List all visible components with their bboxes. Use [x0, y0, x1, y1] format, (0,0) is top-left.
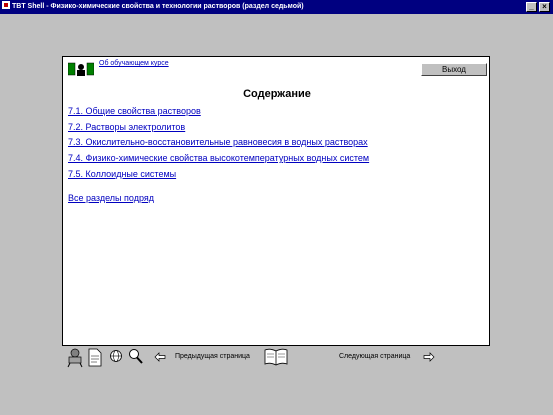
toc-item-7-1[interactable]: 7.1. Общие свойства растворов: [68, 106, 201, 116]
exit-button[interactable]: Выход: [421, 63, 487, 76]
window-title: TBT Shell - Физико-химические свойства и…: [12, 3, 304, 10]
search-icon[interactable]: [128, 348, 144, 368]
toc-item-7-3[interactable]: 7.3. Окислительно-восстановительные равн…: [68, 137, 368, 147]
notes-icon[interactable]: [88, 348, 102, 368]
all-sections-link[interactable]: Все разделы подряд: [68, 193, 154, 203]
about-course-link[interactable]: Об обучающем курсе: [99, 60, 169, 68]
close-button[interactable]: ×: [539, 2, 550, 12]
app-icon: [2, 1, 10, 9]
next-arrow-icon[interactable]: [423, 352, 435, 362]
bottom-toolbar: Предыдущая страница Следующая страница: [62, 348, 490, 370]
about-course-icon[interactable]: [68, 62, 94, 76]
next-page-label[interactable]: Следующая страница: [339, 353, 410, 360]
content-panel: Об обучающем курсе Выход Содержание 7.1.…: [62, 56, 490, 346]
book-icon[interactable]: [264, 348, 288, 366]
title-bar: TBT Shell - Физико-химические свойства и…: [0, 0, 553, 14]
page-title: Содержание: [243, 88, 311, 100]
course-manager-icon[interactable]: [66, 348, 84, 368]
toc-item-7-5[interactable]: 7.5. Коллоидные системы: [68, 169, 176, 179]
application-window: TBT Shell - Физико-химические свойства и…: [0, 0, 553, 415]
toc-item-7-4[interactable]: 7.4. Физико-химические свойства высокоте…: [68, 153, 369, 163]
prev-arrow-icon[interactable]: [154, 352, 166, 362]
minimize-button[interactable]: _: [526, 2, 537, 12]
prev-page-label[interactable]: Предыдущая страница: [175, 353, 250, 360]
globe-icon[interactable]: [109, 348, 123, 368]
toc-item-7-2[interactable]: 7.2. Растворы электролитов: [68, 122, 185, 132]
